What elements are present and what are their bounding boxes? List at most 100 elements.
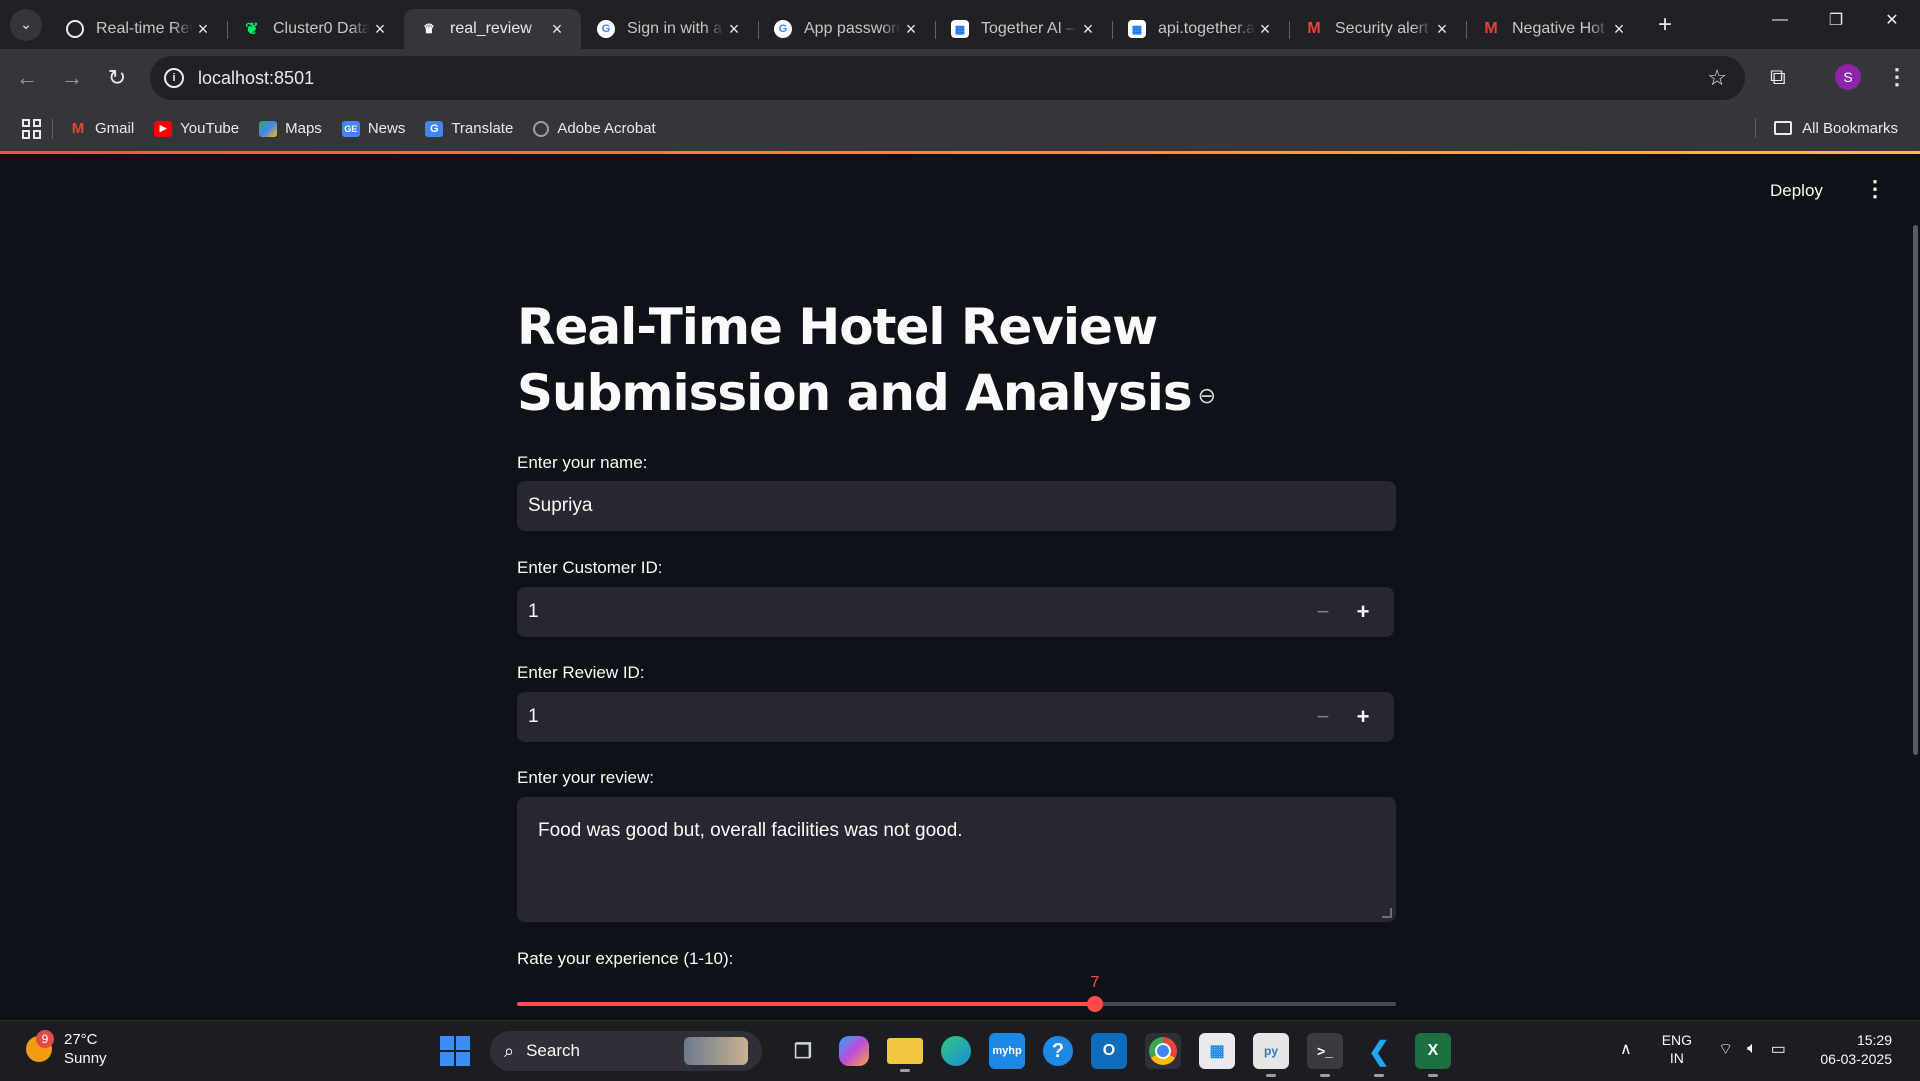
tab-security-alert[interactable]: M Security alert × — [1289, 9, 1466, 49]
search-highlight-image — [684, 1037, 748, 1065]
bookmark-youtube[interactable]: ▶ YouTube — [154, 120, 239, 137]
tab-close-icon[interactable]: × — [1609, 19, 1629, 40]
resize-handle-icon[interactable] — [1382, 908, 1392, 918]
tab-api-together[interactable]: ▦ api.together.a × — [1112, 9, 1289, 49]
link-anchor-icon[interactable]: ⊖ — [1198, 384, 1216, 409]
review-id-input[interactable]: 1 − + — [517, 692, 1394, 742]
tab-sign-in[interactable]: G Sign in with a × — [581, 9, 758, 49]
browser-menu-icon[interactable]: ⋮ — [1886, 64, 1908, 90]
language-indicator[interactable]: ENG IN — [1662, 1031, 1692, 1067]
google-g-icon: G — [774, 20, 792, 38]
apps-grid-icon[interactable] — [22, 118, 42, 139]
wifi-icon[interactable]: ⌔ — [1718, 1039, 1733, 1059]
tab-title: Security alert — [1335, 20, 1429, 37]
copilot-icon[interactable] — [839, 1036, 869, 1066]
tab-search-icon[interactable]: ⌄ — [10, 8, 42, 41]
outlook-icon[interactable]: O — [1091, 1033, 1127, 1069]
profile-avatar[interactable]: S — [1835, 64, 1861, 90]
forward-arrow-icon[interactable]: → — [59, 65, 85, 91]
site-info-icon[interactable]: i — [164, 68, 184, 88]
edge-icon[interactable] — [941, 1036, 971, 1066]
bookmark-star-icon[interactable]: ☆ — [1707, 65, 1727, 91]
increment-icon[interactable]: + — [1343, 599, 1383, 625]
terminal-icon[interactable]: >_ — [1307, 1033, 1343, 1077]
bookmark-news[interactable]: GE News — [341, 120, 406, 137]
tab-app-passwords[interactable]: G App password × — [758, 9, 935, 49]
tab-close-icon[interactable]: × — [547, 19, 567, 40]
chrome-icon[interactable] — [1145, 1033, 1181, 1069]
volume-icon[interactable]: 🔈︎ — [1747, 1040, 1757, 1058]
myhp-icon[interactable]: myhp — [989, 1033, 1025, 1069]
file-explorer-icon[interactable] — [887, 1038, 923, 1072]
bookmark-gmail[interactable]: M Gmail — [69, 120, 134, 137]
bookmark-adobe-acrobat[interactable]: Adobe Acrobat — [533, 120, 656, 137]
tab-title: Sign in with a — [627, 20, 723, 37]
name-value[interactable]: Supriya — [528, 495, 592, 517]
tab-together-ai[interactable]: ▦ Together AI – × — [935, 9, 1112, 49]
tab-close-icon[interactable]: × — [370, 19, 390, 40]
reload-icon[interactable]: ↻ — [104, 65, 130, 91]
tab-cluster0[interactable]: ❦ Cluster0 Data × — [227, 9, 404, 49]
clock[interactable]: 15:29 06-03-2025 — [1820, 1031, 1892, 1069]
restore-icon[interactable]: ❐ — [1808, 0, 1864, 40]
tab-negative-hotel[interactable]: M Negative Hot × — [1466, 9, 1643, 49]
bookmark-label: Gmail — [95, 120, 135, 137]
translate-icon: G — [425, 120, 444, 137]
name-input[interactable]: Supriya — [517, 481, 1396, 531]
store-icon[interactable]: ▦ — [1199, 1033, 1235, 1069]
bookmark-maps[interactable]: Maps — [259, 120, 322, 137]
decrement-icon[interactable]: − — [1303, 599, 1343, 625]
vscode-icon[interactable]: ❮ — [1361, 1033, 1397, 1077]
bookmark-label: Adobe Acrobat — [557, 120, 656, 137]
taskbar-search[interactable]: ⌕ Search — [490, 1031, 762, 1071]
bookmark-label: News — [367, 120, 406, 137]
customer-id-input[interactable]: 1 − + — [517, 587, 1394, 637]
battery-icon[interactable]: ▭ — [1771, 1039, 1786, 1059]
all-bookmarks[interactable]: All Bookmarks — [1755, 118, 1898, 138]
new-tab-icon[interactable]: + — [1647, 11, 1683, 39]
main-menu-icon[interactable]: ⋮ — [1864, 176, 1886, 202]
windows-start-icon[interactable] — [440, 1036, 470, 1066]
tab-title: api.together.a — [1158, 20, 1255, 37]
minimize-icon[interactable]: — — [1752, 0, 1808, 40]
tab-close-icon[interactable]: × — [724, 19, 744, 40]
review-id-value[interactable]: 1 — [528, 706, 1303, 728]
help-icon[interactable]: ? — [1043, 1036, 1073, 1066]
address-bar[interactable]: i localhost:8501 ☆ — [150, 56, 1745, 100]
rating-slider[interactable] — [517, 996, 1396, 1012]
decrement-icon[interactable]: − — [1303, 704, 1343, 730]
tab-list: Real-time Review × ❦ Cluster0 Data × ♛ r… — [50, 0, 1643, 49]
slider-thumb[interactable] — [1087, 996, 1103, 1012]
notification-badge: 9 — [36, 1030, 54, 1048]
bookmark-separator — [52, 118, 53, 139]
excel-icon[interactable]: X — [1415, 1033, 1451, 1077]
tab-real-review[interactable]: ♛ real_review × — [404, 9, 581, 49]
tab-close-icon[interactable]: × — [1432, 19, 1452, 40]
tab-close-icon[interactable]: × — [1255, 19, 1275, 40]
tab-real-time-review[interactable]: Real-time Review × — [50, 9, 227, 49]
taskbar-apps: ⌕ Search ❐ myhp ? O ▦ py >_ ❮ X — [440, 1031, 1460, 1077]
tab-close-icon[interactable]: × — [193, 19, 213, 40]
show-hidden-icons-icon[interactable]: ∧ — [1620, 1039, 1632, 1059]
name-label: Enter your name: — [517, 453, 648, 472]
globe-icon — [533, 120, 550, 137]
back-arrow-icon[interactable]: ← — [14, 65, 40, 91]
review-text[interactable]: Food was good but, overall facilities wa… — [538, 820, 963, 841]
extensions-icon[interactable]: ⧉ — [1770, 64, 1786, 90]
task-view-icon[interactable]: ❐ — [785, 1033, 821, 1069]
tab-title: Real-time Review — [96, 20, 193, 37]
close-window-icon[interactable]: ✕ — [1864, 0, 1920, 40]
tab-close-icon[interactable]: × — [1078, 19, 1098, 40]
page-scrollbar[interactable] — [1913, 225, 1918, 755]
tab-close-icon[interactable]: × — [901, 19, 921, 40]
together-ai-icon: ▦ — [1128, 20, 1146, 38]
folder-icon — [1774, 121, 1793, 135]
python-file-icon[interactable]: py — [1253, 1033, 1289, 1077]
weather-widget[interactable]: 9 27°C Sunny — [26, 1030, 107, 1068]
url-text[interactable]: localhost:8501 — [198, 68, 1707, 89]
deploy-button[interactable]: Deploy — [1770, 181, 1823, 201]
increment-icon[interactable]: + — [1343, 704, 1383, 730]
customer-id-value[interactable]: 1 — [528, 601, 1303, 623]
bookmark-translate[interactable]: G Translate — [425, 120, 513, 137]
review-textarea[interactable]: Food was good but, overall facilities wa… — [517, 797, 1396, 922]
